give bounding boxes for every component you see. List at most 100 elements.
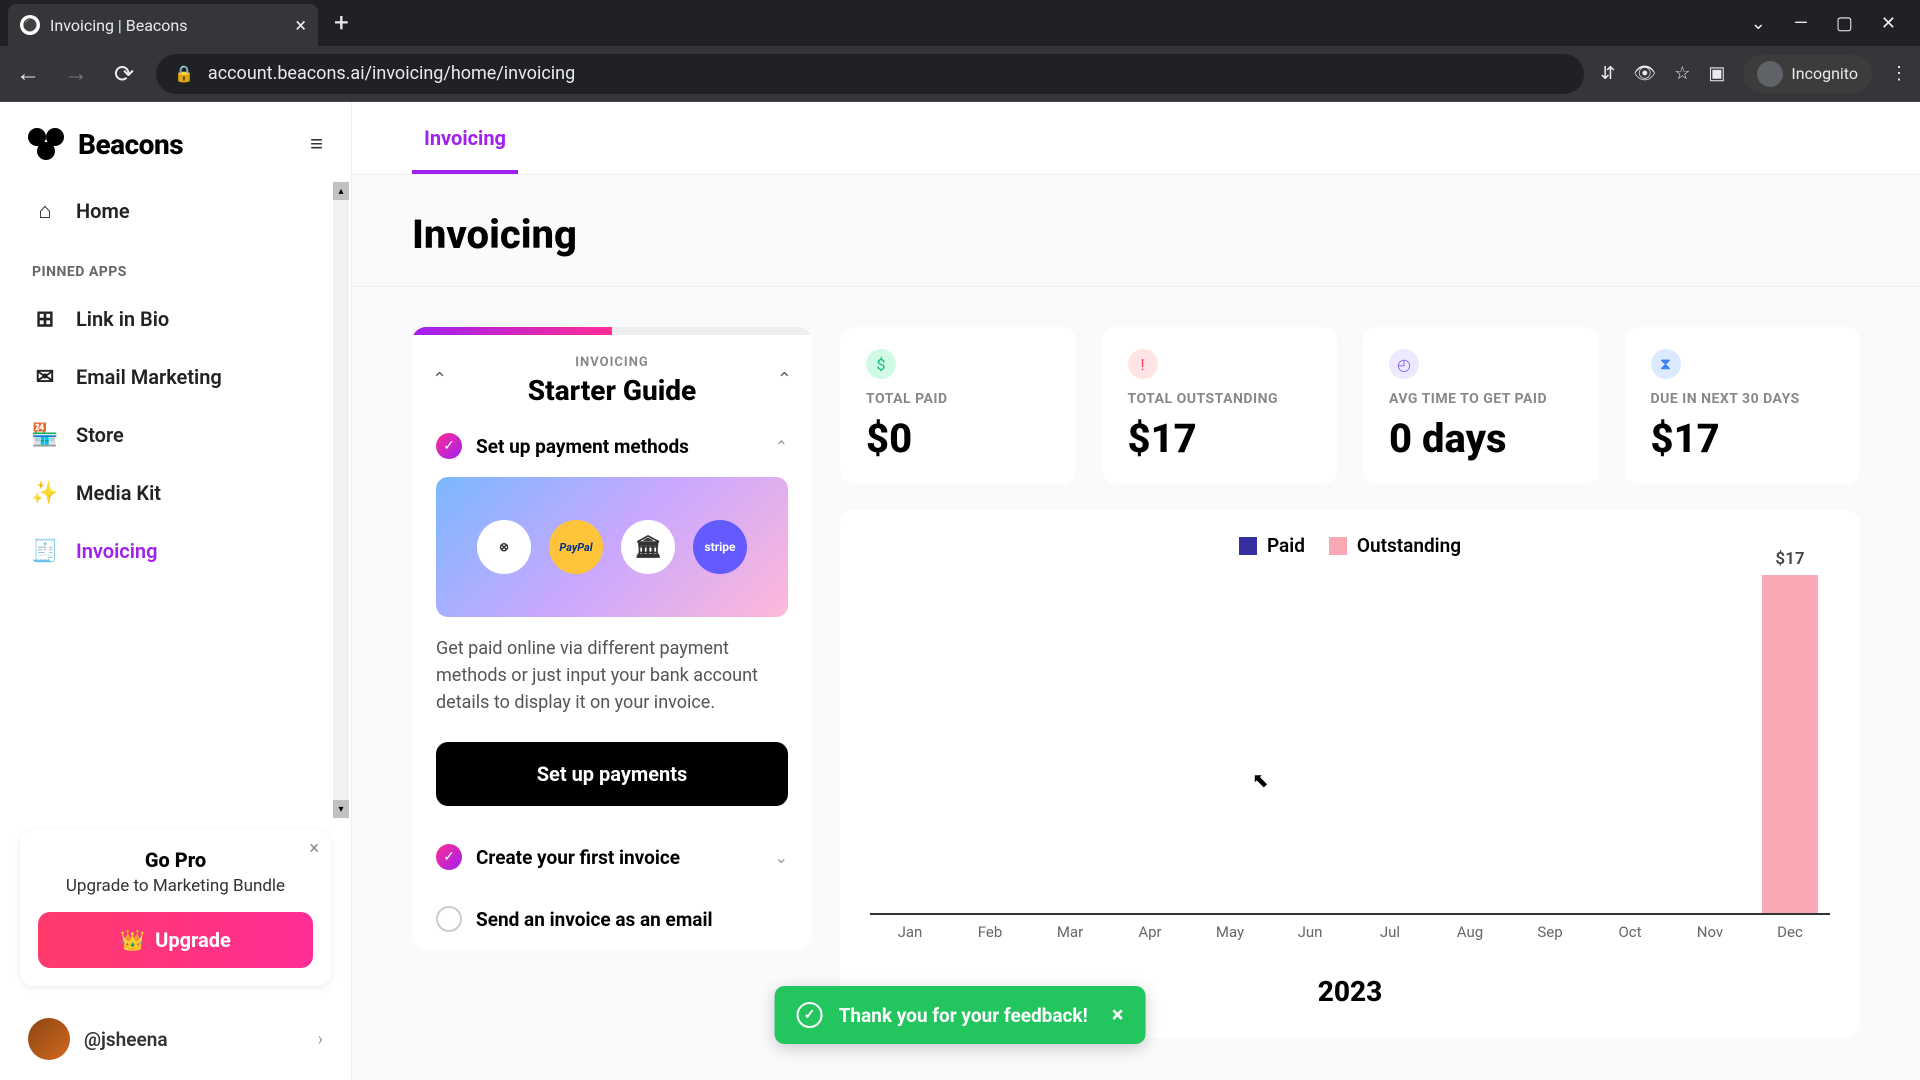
section-pinned-apps: PINNED APPS (20, 240, 331, 290)
x-tick: Feb (950, 923, 1030, 941)
sidebar-item-home[interactable]: ⌂ Home (20, 182, 331, 240)
tab-title: Invoicing | Beacons (50, 16, 285, 35)
stripe-icon: stripe (693, 520, 747, 574)
bar-outstanding: $17 (1762, 575, 1818, 913)
collapse-up-right-icon[interactable]: ⌃ (777, 369, 792, 390)
bar-data-label: $17 (1775, 549, 1804, 569)
step-send-email[interactable]: Send an invoice as an email (412, 888, 812, 950)
x-tick: Nov (1670, 923, 1750, 941)
home-icon: ⌂ (32, 198, 58, 224)
stat-label: DUE IN NEXT 30 DAYS (1651, 391, 1835, 407)
install-icon[interactable]: ▣ (1708, 63, 1725, 84)
x-tick: Dec (1750, 923, 1830, 941)
dollar-icon: $ (866, 349, 896, 379)
chevron-down-icon[interactable]: ⌄ (1751, 13, 1766, 34)
new-tab-button[interactable]: + (334, 8, 349, 38)
url-text: account.beacons.ai/invoicing/home/invoic… (208, 63, 575, 84)
chart-area: $17 (870, 575, 1830, 915)
bar-slot (1590, 575, 1670, 913)
step-payment-methods[interactable]: ✓ Set up payment methods ⌃ (412, 415, 812, 477)
venmo-icon: ⊗ (477, 520, 531, 574)
step-create-invoice[interactable]: ✓ Create your first invoice ⌄ (412, 826, 812, 888)
sidebar-item-invoicing[interactable]: 🧾 Invoicing (20, 522, 331, 580)
x-tick: Apr (1110, 923, 1190, 941)
stat-card: ! TOTAL OUTSTANDING $17 (1102, 327, 1338, 484)
address-bar[interactable]: 🔒 account.beacons.ai/invoicing/home/invo… (156, 54, 1584, 94)
main-content: Invoicing Invoicing ⌃ ⌃ INVOICING Starte… (352, 102, 1920, 1080)
collapse-up-left-icon[interactable]: ⌃ (432, 369, 447, 390)
stat-card: $ TOTAL PAID $0 (840, 327, 1076, 484)
setup-payments-button[interactable]: Set up payments (436, 742, 788, 806)
kebab-menu-icon[interactable]: ⋮ (1890, 63, 1908, 84)
swatch-outstanding (1329, 537, 1347, 555)
close-window-icon[interactable]: ✕ (1881, 13, 1896, 34)
step-description: Get paid online via different payment me… (412, 617, 812, 734)
bar-slot (1030, 575, 1110, 913)
toast-close-icon[interactable]: × (1112, 1003, 1124, 1028)
x-tick: Jan (870, 923, 950, 941)
empty-check-icon (436, 906, 462, 932)
back-button[interactable]: ← (12, 59, 44, 88)
tab-close-icon[interactable]: × (295, 13, 306, 37)
alert-icon: ! (1128, 349, 1158, 379)
tab-favicon: ⚫ (20, 15, 40, 35)
sidebar-item-link-in-bio[interactable]: ⊞ Link in Bio (20, 290, 331, 348)
sidebar-item-media-kit[interactable]: ✨ Media Kit (20, 464, 331, 522)
stat-card: ⧗ DUE IN NEXT 30 DAYS $17 (1625, 327, 1861, 484)
eye-off-icon[interactable]: 👁 (1633, 63, 1656, 84)
x-tick: Aug (1430, 923, 1510, 941)
payment-methods-illustration: ⊗ PayPal 🏛 stripe (436, 477, 788, 617)
scroll-down-icon[interactable]: ▾ (333, 800, 349, 818)
swatch-paid (1239, 537, 1257, 555)
user-handle: @jsheena (84, 1028, 304, 1051)
starter-title: Starter Guide (436, 374, 788, 407)
close-go-pro-icon[interactable]: × (309, 838, 319, 859)
stat-value: $17 (1128, 415, 1312, 462)
store-icon: 🏪 (32, 422, 58, 448)
stat-value: 0 days (1389, 415, 1573, 462)
bar-slot: $17 (1750, 575, 1830, 913)
maximize-icon[interactable]: ▢ (1836, 13, 1853, 34)
stat-label: AVG TIME TO GET PAID (1389, 391, 1573, 407)
minimize-icon[interactable]: — (1794, 13, 1808, 34)
browser-tab[interactable]: ⚫ Invoicing | Beacons × (8, 4, 318, 46)
sidebar-item-email-marketing[interactable]: ✉ Email Marketing (20, 348, 331, 406)
x-tick: Mar (1030, 923, 1110, 941)
star-icon[interactable]: ☆ (1674, 63, 1690, 84)
sidebar-item-store[interactable]: 🏪 Store (20, 406, 331, 464)
brand-name: Beacons (78, 128, 183, 161)
sidebar: Beacons ≡ ▴ ▾ ⌂ Home PINNED APPS ⊞ Link … (0, 102, 352, 1080)
reload-button[interactable]: ⟳ (108, 60, 140, 88)
stat-label: TOTAL PAID (866, 391, 1050, 407)
bar-slot (1510, 575, 1590, 913)
x-tick: Jun (1270, 923, 1350, 941)
starter-eyebrow: INVOICING (436, 355, 788, 370)
bar-slot (950, 575, 1030, 913)
collapse-sidebar-button[interactable]: ≡ (310, 131, 323, 157)
tab-invoicing[interactable]: Invoicing (412, 102, 518, 174)
stat-label: TOTAL OUTSTANDING (1128, 391, 1312, 407)
chevron-up-icon: ⌃ (775, 437, 788, 456)
incognito-badge[interactable]: Incognito (1743, 55, 1872, 93)
scrollbar-track[interactable] (333, 182, 349, 818)
x-tick: Oct (1590, 923, 1670, 941)
lock-icon: 🔒 (174, 64, 194, 83)
bar-slot (1190, 575, 1270, 913)
clock-icon: ◴ (1389, 349, 1419, 379)
user-menu[interactable]: @jsheena › (0, 998, 351, 1080)
avatar (28, 1018, 70, 1060)
bar-slot (1670, 575, 1750, 913)
forward-button: → (60, 59, 92, 88)
incognito-icon (1757, 61, 1783, 87)
upgrade-button[interactable]: 👑 Upgrade (38, 912, 313, 968)
chart-card: Paid Outstanding $17 JanFebMarAprMayJunJ… (840, 510, 1860, 1038)
grid-icon: ⊞ (32, 306, 58, 332)
mail-icon: ✉ (32, 364, 58, 390)
scroll-up-icon[interactable]: ▴ (333, 182, 349, 200)
chevron-down-icon: ⌄ (775, 848, 788, 867)
toast-message: Thank you for your feedback! (839, 1004, 1088, 1027)
bar-slot (1110, 575, 1190, 913)
sparkle-icon: ✨ (32, 480, 58, 506)
x-tick: Jul (1350, 923, 1430, 941)
translate-icon[interactable]: ⇵ (1600, 63, 1615, 84)
